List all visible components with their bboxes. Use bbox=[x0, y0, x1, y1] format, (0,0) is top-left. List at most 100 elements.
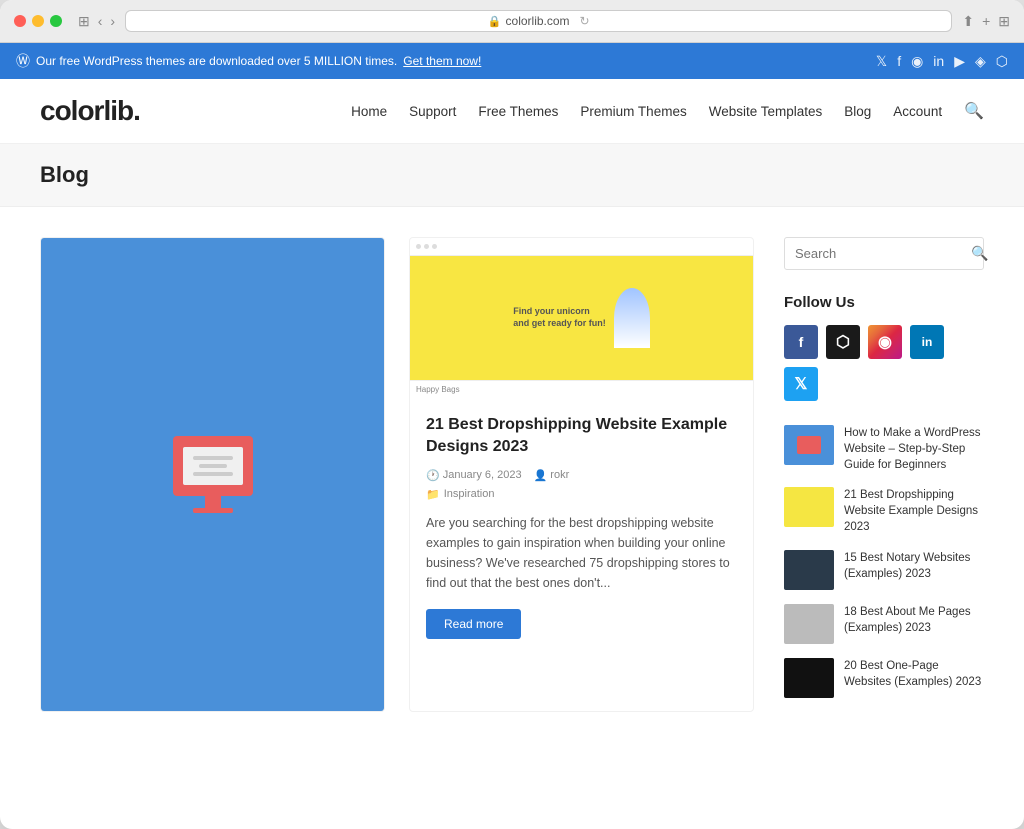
social-icons: f ⬡ ◉ in 𝕏 bbox=[784, 325, 984, 401]
sidebar-toggle-icon[interactable]: ⊞ bbox=[78, 13, 90, 30]
post-body-1: How to Make a WordPress Website – Step-b… bbox=[41, 711, 384, 712]
instagram-banner-icon[interactable]: ◉ bbox=[911, 53, 923, 70]
recent-post-1: How to Make a WordPress Website – Step-b… bbox=[784, 425, 984, 473]
new-tab-icon[interactable]: + bbox=[982, 13, 990, 30]
thumb-dot-1 bbox=[416, 244, 421, 249]
monitor-base bbox=[193, 508, 233, 513]
post-title-2[interactable]: 21 Best Dropshipping Website Example Des… bbox=[426, 414, 737, 459]
page-title-bar: Blog bbox=[0, 144, 1024, 207]
recent-posts: How to Make a WordPress Website – Step-b… bbox=[784, 425, 984, 698]
minimize-button[interactable] bbox=[32, 15, 44, 27]
recent-thumb-2 bbox=[784, 487, 834, 527]
close-button[interactable] bbox=[14, 15, 26, 27]
nav-website-templates[interactable]: Website Templates bbox=[709, 104, 823, 119]
thumb-2-slogan: Find your unicornand get ready for fun! bbox=[513, 306, 606, 329]
follow-section: Follow Us f ⬡ ◉ in 𝕏 bbox=[784, 294, 984, 401]
screen-line-3 bbox=[193, 472, 233, 476]
github-banner-icon[interactable]: ⬡ bbox=[996, 53, 1008, 70]
nav-blog[interactable]: Blog bbox=[844, 104, 871, 119]
post-card-2: Find your unicornand get ready for fun! … bbox=[409, 237, 754, 712]
thumb-dot-3 bbox=[432, 244, 437, 249]
youtube-banner-icon[interactable]: ▶ bbox=[954, 53, 965, 70]
banner-socials: 𝕏 f ◉ in ▶ ◈ ⬡ bbox=[876, 53, 1008, 70]
wordpress-icon: Ⓦ bbox=[16, 51, 30, 71]
github-icon[interactable]: ⬡ bbox=[826, 325, 860, 359]
thumb-dot-2 bbox=[424, 244, 429, 249]
banner-cta[interactable]: Get them now! bbox=[403, 54, 481, 68]
nav-home[interactable]: Home bbox=[351, 104, 387, 119]
fullscreen-button[interactable] bbox=[50, 15, 62, 27]
recent-post-title-4[interactable]: 18 Best About Me Pages (Examples) 2023 bbox=[844, 604, 984, 636]
forward-icon[interactable]: › bbox=[110, 13, 115, 29]
address-bar[interactable]: 🔒 colorlib.com ↻ bbox=[125, 10, 952, 32]
recent-post-title-1[interactable]: How to Make a WordPress Website – Step-b… bbox=[844, 425, 984, 473]
folder-icon-2: 📁 bbox=[426, 488, 440, 501]
recent-thumb-img-4 bbox=[784, 604, 834, 644]
recent-thumb-1 bbox=[784, 425, 834, 465]
post-excerpt-2: Are you searching for the best dropshipp… bbox=[426, 513, 737, 593]
recent-post-title-5[interactable]: 20 Best One-Page Websites (Examples) 202… bbox=[844, 658, 984, 690]
thumb-2-content: Find your unicornand get ready for fun! … bbox=[410, 238, 753, 398]
recent-thumb-5 bbox=[784, 658, 834, 698]
recent-thumb-3 bbox=[784, 550, 834, 590]
url-text: colorlib.com bbox=[506, 14, 570, 28]
recent-post-title-2[interactable]: 21 Best Dropshipping Website Example Des… bbox=[844, 487, 984, 535]
post-date-2: 🕐 January 6, 2023 bbox=[426, 469, 522, 482]
recent-post-5: 20 Best One-Page Websites (Examples) 202… bbox=[784, 658, 984, 698]
twitter-icon[interactable]: 𝕏 bbox=[784, 367, 818, 401]
clock-icon-2: 🕐 bbox=[426, 469, 440, 482]
facebook-icon[interactable]: f bbox=[784, 325, 818, 359]
recent-thumb-img-5 bbox=[784, 658, 834, 698]
site-logo[interactable]: colorlib. bbox=[40, 95, 140, 127]
nav-account[interactable]: Account bbox=[893, 104, 942, 119]
recent-post-2: 21 Best Dropshipping Website Example Des… bbox=[784, 487, 984, 535]
post-author-2: 👤 rokr bbox=[534, 469, 570, 482]
nav-premium-themes[interactable]: Premium Themes bbox=[580, 104, 686, 119]
search-icon[interactable]: 🔍 bbox=[971, 245, 988, 262]
nav-support[interactable]: Support bbox=[409, 104, 456, 119]
monitor-stand bbox=[205, 496, 221, 508]
top-banner: Ⓦ Our free WordPress themes are download… bbox=[0, 43, 1024, 79]
thumb-2-banner: Find your unicornand get ready for fun! bbox=[410, 256, 753, 380]
linkedin-banner-icon[interactable]: in bbox=[933, 53, 944, 69]
page-title: Blog bbox=[40, 162, 984, 188]
thumb-2-footer: Happy Bags bbox=[410, 380, 753, 398]
recent-post-title-3[interactable]: 15 Best Notary Websites (Examples) 2023 bbox=[844, 550, 984, 582]
read-more-button-2[interactable]: Read more bbox=[426, 609, 521, 639]
tabs-icon[interactable]: ⊞ bbox=[998, 13, 1010, 30]
traffic-lights bbox=[14, 15, 62, 27]
back-icon[interactable]: ‹ bbox=[98, 13, 103, 29]
nav-free-themes[interactable]: Free Themes bbox=[478, 104, 558, 119]
rss-banner-icon[interactable]: ◈ bbox=[975, 53, 986, 70]
sidebar: 🔍 Follow Us f ⬡ ◉ in 𝕏 bbox=[784, 237, 984, 712]
browser-titlebar: ⊞ ‹ › 🔒 colorlib.com ↻ ⬆ + ⊞ bbox=[0, 0, 1024, 43]
search-input[interactable] bbox=[795, 246, 971, 261]
monitor-illustration bbox=[173, 436, 253, 513]
post-body-2: 21 Best Dropshipping Website Example Des… bbox=[410, 398, 753, 655]
thumb-2-browser-bar bbox=[410, 238, 753, 256]
search-box[interactable]: 🔍 bbox=[784, 237, 984, 270]
twitter-banner-icon[interactable]: 𝕏 bbox=[876, 53, 887, 70]
post-thumbnail-1 bbox=[41, 238, 384, 711]
monitor-screen bbox=[183, 447, 243, 485]
screen-line-1 bbox=[193, 456, 233, 460]
post-thumbnail-2: Find your unicornand get ready for fun! … bbox=[410, 238, 753, 398]
monitor-body bbox=[173, 436, 253, 496]
recent-thumb-img-2 bbox=[784, 487, 834, 527]
share-icon[interactable]: ⬆ bbox=[962, 13, 974, 30]
recent-post-4: 18 Best About Me Pages (Examples) 2023 bbox=[784, 604, 984, 644]
banner-message: Our free WordPress themes are downloaded… bbox=[36, 54, 397, 68]
screen-line-2 bbox=[199, 464, 227, 468]
site-header: colorlib. Home Support Free Themes Premi… bbox=[0, 79, 1024, 144]
header-search-icon[interactable]: 🔍 bbox=[964, 101, 984, 121]
logo-dot: . bbox=[133, 95, 140, 126]
linkedin-icon[interactable]: in bbox=[910, 325, 944, 359]
blog-posts: How to Make a WordPress Website – Step-b… bbox=[40, 237, 754, 712]
logo-text: colorlib bbox=[40, 95, 133, 126]
post-card-1: How to Make a WordPress Website – Step-b… bbox=[40, 237, 385, 712]
reload-icon[interactable]: ↻ bbox=[580, 14, 590, 28]
instagram-icon[interactable]: ◉ bbox=[868, 325, 902, 359]
recent-post-3: 15 Best Notary Websites (Examples) 2023 bbox=[784, 550, 984, 590]
banner-text: Ⓦ Our free WordPress themes are download… bbox=[16, 51, 481, 71]
facebook-banner-icon[interactable]: f bbox=[897, 53, 901, 69]
